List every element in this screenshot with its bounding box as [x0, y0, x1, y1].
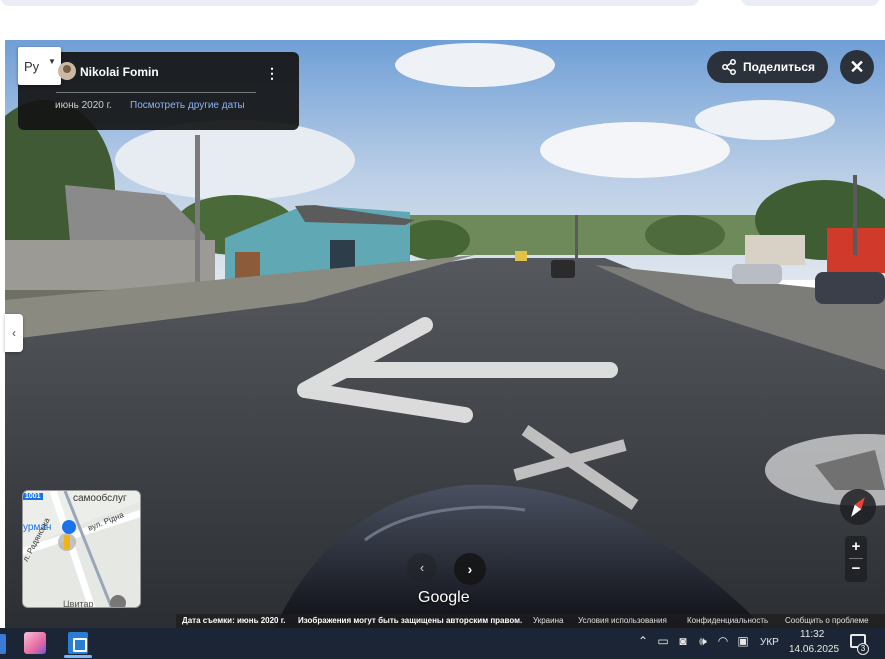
minimap-roads [23, 491, 140, 607]
clock-date[interactable]: 14.06.2025 [789, 644, 839, 655]
road-number-badge: 1001 [23, 493, 43, 500]
zoom-out-button[interactable]: − [845, 559, 867, 581]
share-label: Поделиться [743, 60, 816, 74]
compass-icon [851, 497, 865, 517]
language-selector[interactable]: Ру ▼ [18, 47, 61, 85]
attribution-capture-date: Дата съемки: июнь 2020 г. [182, 616, 286, 625]
language-label: Ру [24, 59, 40, 74]
see-other-dates-link[interactable]: Посмотреть другие даты [130, 100, 245, 111]
author-avatar[interactable] [58, 62, 76, 80]
capture-date: июнь 2020 г. [55, 100, 112, 111]
search-bar-fragment[interactable] [0, 0, 700, 6]
network-icon[interactable]: ▣ [736, 634, 750, 648]
author-name[interactable]: Nikolai Fomin [80, 65, 159, 79]
previous-photo-button[interactable]: ‹ [407, 553, 437, 583]
next-photo-button[interactable]: › [454, 553, 486, 585]
card-divider [56, 92, 256, 93]
taskbar-app-icon[interactable] [0, 634, 6, 654]
camera-icon[interactable]: ◙ [676, 634, 690, 648]
minimap[interactable]: 1001 самообслуг урман вул. Рідна л. Радя… [22, 490, 141, 608]
chevron-right-icon: › [467, 561, 473, 577]
speaker-icon[interactable]: 🕪 [696, 634, 710, 649]
report-problem-link[interactable]: Сообщить о проблеме [785, 616, 869, 625]
notification-count-badge: 3 [857, 643, 869, 655]
zoom-in-button[interactable]: + [845, 536, 867, 558]
clock-time[interactable]: 11:32 [800, 629, 824, 640]
battery-icon[interactable]: ▭ [656, 634, 670, 648]
map-label-bottom: Цвитар [63, 599, 94, 608]
attribution-bar: Дата съемки: июнь 2020 г. Изображения мо… [176, 614, 885, 628]
more-options-icon[interactable]: ⋮ [264, 63, 280, 83]
caret-down-icon: ▼ [48, 57, 56, 66]
taskbar-app-image-viewer[interactable] [24, 632, 46, 654]
attribution-country-link[interactable]: Украина [533, 616, 563, 625]
show-hidden-icons-chevron[interactable]: ⌃ [636, 634, 650, 648]
attribution-copyright: Изображения могут быть защищены авторски… [298, 616, 523, 625]
share-button[interactable]: Поделиться [707, 51, 828, 83]
collapse-panel-button[interactable]: ‹ [5, 314, 23, 352]
privacy-link[interactable]: Конфиденциальность [687, 616, 768, 625]
google-logo: Google [418, 589, 470, 606]
chevron-left-icon: ‹ [419, 560, 425, 575]
terms-link[interactable]: Условия использования [578, 616, 667, 625]
active-app-indicator [64, 655, 92, 658]
taskbar-app-window[interactable] [68, 632, 88, 654]
close-icon[interactable]: ✕ [840, 50, 874, 84]
map-label-business: самообслуг [73, 493, 127, 504]
compass-button[interactable] [840, 489, 876, 525]
share-icon [722, 59, 736, 75]
windows-taskbar [0, 628, 885, 659]
wifi-icon[interactable]: ◠ [716, 634, 730, 648]
keyboard-language[interactable]: УКР [760, 637, 779, 648]
chevron-left-icon: ‹ [12, 326, 16, 340]
toolbar-button-fragment[interactable] [740, 0, 880, 6]
top-toolbar-strip [0, 0, 885, 40]
zoom-controls: + − [845, 536, 867, 582]
street-view-window: ‹ Ру ▼ Nikolai Fomin ⋮ июнь 2020 г. Посм… [0, 0, 885, 659]
